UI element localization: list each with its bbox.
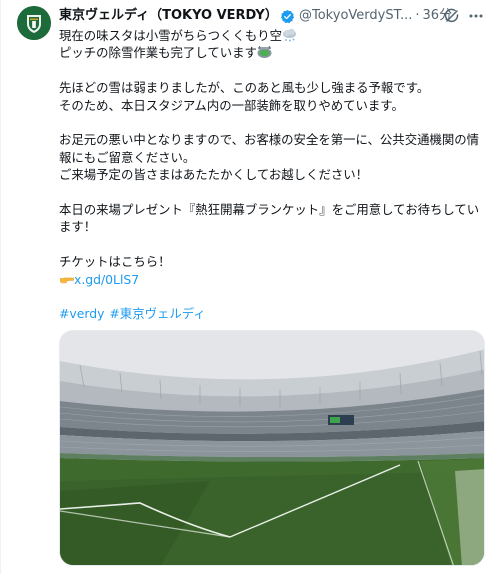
tweet-line: チケットはこちら！ <box>59 254 171 270</box>
hashtags: #verdy #東京ヴェルディ <box>59 305 489 322</box>
stadium-emoji <box>257 46 272 59</box>
ticket-link[interactable]: x.gd/0LlS7 <box>74 272 139 287</box>
ticket-link-line: x.gd/0LlS7 <box>59 271 489 288</box>
tweet[interactable]: 東京ヴェルディ（TOKYO VERDY）公... @TokyoVerdyST..… <box>0 0 500 574</box>
more-icon[interactable] <box>467 8 485 24</box>
tweet-line: そのため、本日スタジアム内の一部装飾を取りやめています。 <box>59 97 404 113</box>
grok-icon[interactable] <box>444 8 460 24</box>
hashtag-verdy[interactable]: #verdy <box>59 306 104 321</box>
tweet-text: 現在の味スタは小雪がちらつくくもり空 ピッチの除雪作業も完了しています 先ほどの… <box>59 27 489 323</box>
avatar[interactable] <box>17 6 51 40</box>
tweet-line: お足元の悪い中となりますので、お客様の安全を第一に、公共交通機関の情 <box>59 132 480 148</box>
verified-badge-icon <box>280 9 295 23</box>
backhand-index-pointing-right-emoji <box>60 277 74 283</box>
tweet-line: 報にもご留意ください。 <box>59 149 196 165</box>
tweet-line: 本日の来場プレゼント『熱狂開幕ブランケット』をご用意してお待ちしてい <box>59 202 480 218</box>
handle[interactable]: @TokyoVerdyST... <box>299 7 412 25</box>
hashtag-tokyo-verdy[interactable]: #東京ヴェルディ <box>109 306 205 321</box>
tweet-line: ます！ <box>59 219 97 235</box>
tweet-line: ピッチの除雪作業も完了しています <box>59 44 489 61</box>
separator-dot: · <box>415 8 420 23</box>
tweet-photo[interactable] <box>59 330 485 566</box>
tweet-line: 先ほどの雪は弱まりましたが、このあと風も少し強まる予報です。 <box>59 80 430 96</box>
tweet-line: 現在の味スタは小雪がちらつくくもり空 <box>59 27 489 44</box>
display-name[interactable]: 東京ヴェルディ（TOKYO VERDY）公... <box>59 7 277 25</box>
tweet-line: ご来場予定の皆さまはあたたかくしてお越しください！ <box>59 167 369 183</box>
tweet-header: 東京ヴェルディ（TOKYO VERDY）公... @TokyoVerdyST..… <box>59 7 489 25</box>
snow-cloud-emoji <box>283 28 297 42</box>
